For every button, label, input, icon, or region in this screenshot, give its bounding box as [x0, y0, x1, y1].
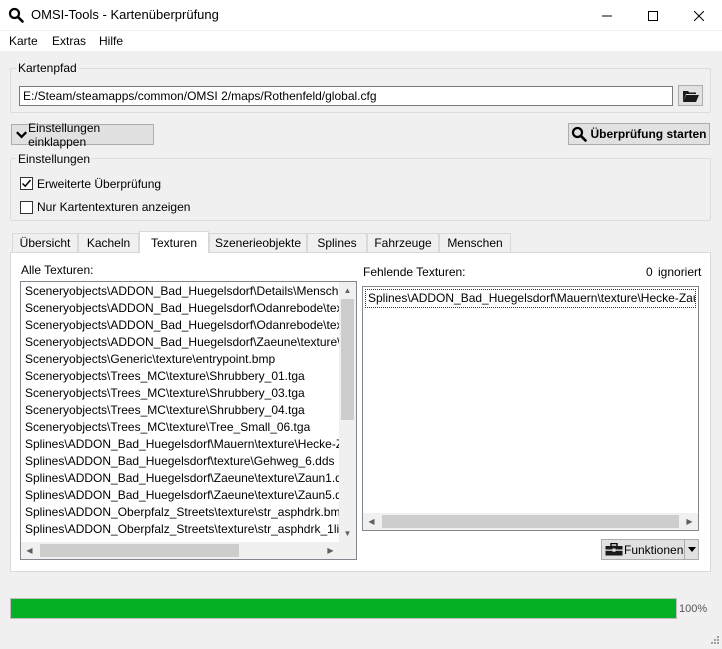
window-title: OMSI-Tools - Kartenüberprüfung [31, 7, 219, 22]
functions-dropdown-button[interactable] [684, 539, 699, 560]
collapse-settings-button[interactable]: Einstellungen einklappen [11, 121, 154, 149]
missing-textures-label: Fehlende Texturen: [363, 265, 466, 279]
magnifier-icon [572, 126, 588, 142]
vscroll-thumb[interactable] [341, 299, 354, 420]
tab-texturen[interactable]: Texturen [139, 231, 209, 253]
close-icon [694, 10, 704, 21]
maximize-button[interactable] [630, 0, 676, 31]
progress-fill [11, 599, 676, 618]
list-item[interactable]: Sceneryobjects\ADDON_Bad_Huegelsdorf\Det… [21, 283, 339, 300]
tab-menschen[interactable]: Menschen [439, 233, 511, 252]
list-item[interactable]: Sceneryobjects\Generic\texture\entrypoin… [21, 351, 339, 368]
missing-textures-items: Splines\ADDON_Bad_Huegelsdorf\Mauern\tex… [365, 289, 696, 308]
list-item[interactable]: Sceneryobjects\ADDON_Bad_Huegelsdorf\Oda… [21, 300, 339, 317]
all-textures-items: Sceneryobjects\ADDON_Bad_Huegelsdorf\Det… [21, 283, 339, 541]
scroll-left-icon[interactable]: ◀ [363, 513, 380, 530]
extended-check-checkbox[interactable] [20, 177, 33, 190]
toolbox-icon [605, 543, 623, 556]
tab-uebersicht[interactable]: Übersicht [12, 233, 78, 252]
map-textures-only-checkbox[interactable] [20, 201, 33, 214]
scroll-right-icon[interactable]: ▶ [322, 542, 339, 559]
map-path-label: Kartenpfad [16, 61, 79, 75]
start-check-button[interactable]: Überprüfung starten [568, 123, 710, 145]
list-item[interactable]: Splines\ADDON_Bad_Huegelsdorf\Mauern\tex… [366, 290, 695, 307]
list-item[interactable]: Splines\ADDON_Oberpfalz_Streets\texture\… [21, 521, 339, 538]
list-item[interactable]: Splines\ADDON_Oberpfalz_Streets\texture\… [21, 504, 339, 521]
progress-bar [10, 598, 677, 619]
list-item[interactable]: Sceneryobjects\ADDON_Bad_Huegelsdorf\Oda… [21, 317, 339, 334]
title-bar[interactable]: OMSI-Tools - Kartenüberprüfung [0, 0, 722, 31]
minimize-button[interactable] [584, 0, 630, 31]
tab-szenerieobjekte[interactable]: Szenerieobjekte [209, 233, 307, 252]
all-textures-hscrollbar[interactable]: ◀ ▶ [21, 542, 356, 559]
chevron-down-icon [687, 547, 696, 552]
all-textures-vscrollbar[interactable]: ▲ ▼ [339, 282, 356, 542]
list-item[interactable]: Splines\ADDON_Bad_Huegelsdorf\Zaeune\tex… [21, 487, 339, 504]
scroll-left-icon[interactable]: ◀ [21, 542, 38, 559]
tab-fahrzeuge[interactable]: Fahrzeuge [367, 233, 439, 252]
list-item[interactable]: Sceneryobjects\Trees_MC\texture\Shrubber… [21, 402, 339, 419]
menu-extras[interactable]: Extras [52, 34, 86, 48]
tab-kacheln[interactable]: Kacheln [78, 233, 139, 252]
ignored-label: ignoriert [658, 265, 702, 279]
maximize-icon [648, 10, 658, 21]
start-check-label: Überprüfung starten [590, 127, 707, 141]
close-button[interactable] [676, 0, 722, 31]
minimize-icon [602, 15, 612, 16]
hscroll-thumb[interactable] [382, 515, 679, 528]
map-textures-only-label: Nur Kartentexturen anzeigen [37, 200, 191, 214]
missing-textures-hscrollbar[interactable]: ◀ ▶ [363, 513, 698, 530]
list-item[interactable]: Sceneryobjects\ADDON_Bad_Huegelsdorf\Zae… [21, 334, 339, 351]
menu-hilfe[interactable]: Hilfe [99, 34, 123, 48]
scroll-up-icon[interactable]: ▲ [339, 282, 356, 299]
all-textures-label: Alle Texturen: [21, 263, 94, 277]
list-item[interactable]: Splines\ADDON_Bad_Huegelsdorf\Zaeune\tex… [21, 470, 339, 487]
map-path-input[interactable]: E:/Steam/steamapps/common/OMSI 2/maps/Ro… [19, 86, 673, 106]
extended-check-label: Erweiterte Überprüfung [37, 177, 162, 191]
resize-grip-icon[interactable] [708, 635, 720, 647]
list-item[interactable]: Sceneryobjects\Trees_MC\texture\Tree_Sma… [21, 419, 339, 436]
checkmark-icon [21, 179, 32, 188]
menu-karte[interactable]: Karte [9, 34, 38, 48]
collapse-settings-label: Einstellungen einklappen [28, 120, 101, 149]
list-item[interactable]: Sceneryobjects\Trees_MC\texture\Shrubber… [21, 385, 339, 402]
list-item[interactable]: Sceneryobjects\Trees_MC\texture\Shrubber… [21, 368, 339, 385]
progress-text: 100% [679, 603, 708, 615]
list-item[interactable]: Splines\ADDON_Bad_Huegelsdorf\Mauern\tex… [21, 436, 339, 453]
browse-folder-button[interactable] [678, 85, 703, 106]
folder-open-icon [682, 90, 699, 102]
chevron-down-icon [16, 130, 28, 138]
ignored-count: 0 [646, 265, 653, 279]
functions-label: Funktionen [624, 542, 684, 557]
settings-label: Einstellungen [16, 152, 93, 166]
list-item[interactable]: Splines\ADDON_Bad_Huegelsdorf\texture\Ge… [21, 453, 339, 470]
hscroll-thumb[interactable] [40, 544, 239, 557]
missing-textures-list[interactable]: Splines\ADDON_Bad_Huegelsdorf\Mauern\tex… [362, 286, 699, 531]
all-textures-list[interactable]: Sceneryobjects\ADDON_Bad_Huegelsdorf\Det… [20, 281, 357, 560]
scroll-right-icon[interactable]: ▶ [681, 513, 698, 530]
magnifier-icon [8, 7, 24, 23]
functions-button[interactable]: Funktionen [601, 539, 684, 560]
scroll-down-icon[interactable]: ▼ [339, 525, 356, 542]
tab-splines[interactable]: Splines [307, 233, 367, 252]
